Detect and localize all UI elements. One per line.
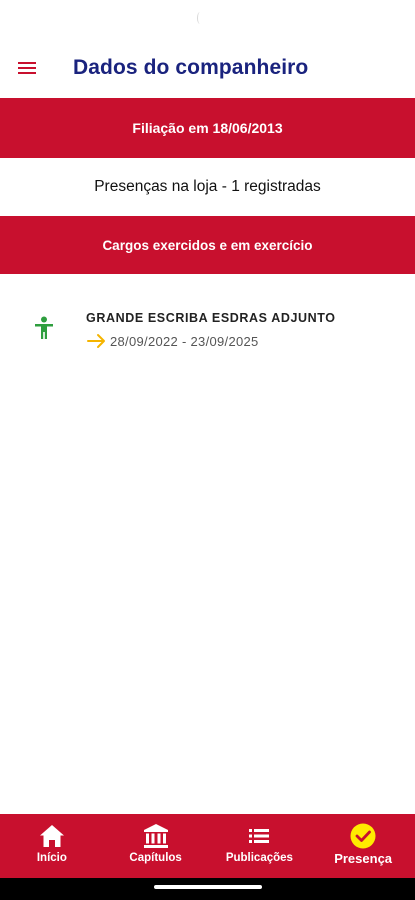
page-title: Dados do companheiro xyxy=(73,56,309,79)
nav-item-publicacoes[interactable]: Publicações xyxy=(208,814,312,878)
bank-icon xyxy=(143,824,168,848)
nav-label-publicacoes: Publicações xyxy=(225,852,293,864)
nav-label-inicio: Início xyxy=(36,852,67,864)
app-header: Dados do companheiro xyxy=(0,40,415,98)
bottom-navigation: Início Capítulos Publicações Presença xyxy=(0,814,415,878)
filiacao-banner: Filiação em 18/06/2013 xyxy=(0,98,415,158)
camera-notch xyxy=(197,12,203,24)
list-item: GRANDE ESCRIBA ESDRAS ADJUNTO 28/09/2022… xyxy=(0,300,415,360)
arrow-right-icon xyxy=(87,334,105,348)
home-indicator[interactable] xyxy=(154,885,262,889)
presencas-summary: Presenças na loja - 1 registradas xyxy=(94,178,321,195)
cargos-section-header: Cargos exercidos e em exercício xyxy=(0,216,415,274)
cargo-title: GRANDE ESCRIBA ESDRAS ADJUNTO xyxy=(86,311,336,325)
person-icon xyxy=(35,316,53,339)
home-icon xyxy=(39,825,64,847)
hamburger-menu-icon[interactable] xyxy=(18,60,40,78)
nav-label-capitulos: Capítulos xyxy=(129,852,182,864)
nav-item-capitulos[interactable]: Capítulos xyxy=(104,814,208,878)
nav-item-presenca[interactable]: Presença xyxy=(311,814,415,878)
status-bar xyxy=(0,0,415,40)
nav-label-presenca: Presença xyxy=(334,851,393,866)
nav-item-inicio[interactable]: Início xyxy=(0,814,104,878)
list-icon xyxy=(249,829,270,843)
check-circle-icon xyxy=(350,823,376,849)
system-gesture-bar xyxy=(0,878,415,900)
cargo-dates: 28/09/2022 - 23/09/2025 xyxy=(110,334,259,349)
